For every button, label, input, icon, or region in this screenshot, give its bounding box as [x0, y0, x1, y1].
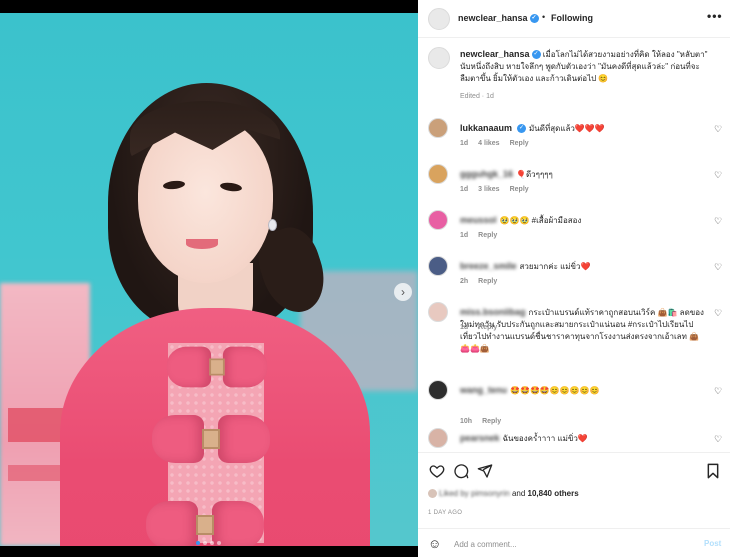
- comment-body: ฉันของครํ้าาาา แม่ขิ่ว❤️: [502, 434, 588, 443]
- save-bookmark-icon[interactable]: [704, 463, 722, 481]
- commenter-avatar[interactable]: [428, 256, 448, 276]
- comment-time: 1d: [460, 186, 469, 193]
- comment-meta: 1d Reply: [460, 232, 507, 239]
- reply-button[interactable]: Reply: [478, 232, 497, 239]
- comment-meta: 1d 3 likes Reply: [460, 186, 539, 193]
- likes-count[interactable]: 10,840 others: [528, 489, 579, 498]
- reply-button[interactable]: Reply: [482, 418, 501, 425]
- verified-badge-icon: ✓: [517, 124, 527, 134]
- post-header: newclear_hansa ✓ • Following •••: [418, 0, 730, 38]
- comment-text: meussol 🥹🥹🥹 #เสื้อผ้ามือสอง: [460, 214, 708, 227]
- comment-body: มันดีที่สุดแล้ว❤️❤️❤️: [529, 124, 605, 133]
- comments-list[interactable]: newclear_hansa ✓ เมื่อโลกไม่ได้สวยงามอย่า…: [418, 38, 730, 450]
- comment-text: wang_tenu 🤩🤩🤩🤩😊😊😊😊😊: [460, 384, 708, 397]
- caption-meta: Edited · 1d: [460, 93, 494, 100]
- commenter-avatar[interactable]: [428, 428, 448, 448]
- comment-body: สวยมากค่ะ แม่ขิ่ว❤️: [519, 262, 591, 271]
- verified-badge-icon: ✓: [529, 14, 539, 24]
- commenter-username[interactable]: ggguhgk_16: [460, 169, 513, 179]
- comment-text: ggguhgk_16 🎈ดีวๆๆๆๆ: [460, 168, 708, 181]
- author-username[interactable]: newclear_hansa ✓: [458, 13, 539, 24]
- comment-text: breeze_smile สวยมากค่ะ แม่ขิ่ว❤️: [460, 260, 708, 273]
- carousel-dot: [210, 541, 214, 545]
- carousel-indicator: [196, 541, 221, 545]
- add-comment-bar: ☺ Post: [418, 528, 730, 557]
- carousel-dot: [217, 541, 221, 545]
- next-slide-button[interactable]: ›: [394, 283, 412, 301]
- comment-like-heart-icon[interactable]: ♡: [714, 308, 722, 319]
- caption-author-avatar[interactable]: [428, 47, 450, 69]
- instagram-post-modal: › newclear_hansa ✓ • Following ••• newcle…: [0, 0, 730, 557]
- likes-summary[interactable]: Liked by pimsonyrin and 10,840 others: [428, 489, 579, 499]
- comment-meta: 1d Reply: [460, 324, 507, 331]
- likes-and: and: [511, 489, 526, 498]
- post-actions: [418, 452, 730, 492]
- reply-button[interactable]: Reply: [510, 140, 529, 147]
- comment-text: lukkanaaum ✓ มันดีที่สุดแล้ว❤️❤️❤️: [460, 122, 708, 135]
- reply-button[interactable]: Reply: [478, 324, 497, 331]
- photo-subject-lips: [186, 239, 218, 249]
- emoji-smiley-icon[interactable]: ☺: [428, 536, 441, 551]
- commenter-username[interactable]: miss.bsoniibag: [460, 307, 526, 317]
- liker-avatar: [428, 489, 437, 499]
- like-heart-icon[interactable]: [428, 463, 446, 481]
- comment-text: pearsnek ฉันของครํ้าาาา แม่ขิ่ว❤️: [460, 432, 708, 445]
- comment-likes[interactable]: 3 likes: [478, 186, 499, 193]
- comment-likes[interactable]: 4 likes: [478, 140, 499, 147]
- carousel-dot: [203, 541, 207, 545]
- commenter-username[interactable]: lukkanaaum: [460, 123, 512, 133]
- reply-button[interactable]: Reply: [478, 278, 497, 285]
- comment-bubble-icon[interactable]: [452, 463, 470, 481]
- comment-time: 1d: [460, 140, 469, 147]
- commenter-avatar[interactable]: [428, 380, 448, 400]
- photo-dress-bow: [166, 346, 268, 388]
- comment-body: 🤩🤩🤩🤩😊😊😊😊😊: [510, 386, 600, 395]
- comment-like-heart-icon[interactable]: ♡: [714, 170, 722, 181]
- following-button[interactable]: Following: [551, 13, 593, 23]
- post-photo: ›: [0, 13, 418, 546]
- comment-meta: 2h Reply: [460, 278, 507, 285]
- commenter-avatar[interactable]: [428, 302, 448, 322]
- author-avatar[interactable]: [428, 8, 450, 30]
- comment-time: 10h: [460, 418, 473, 425]
- photo-dress-bow: [152, 415, 270, 463]
- comment-like-heart-icon[interactable]: ♡: [714, 262, 722, 273]
- comment-like-heart-icon[interactable]: ♡: [714, 124, 722, 135]
- comment-time: 1d: [460, 324, 469, 331]
- commenter-avatar[interactable]: [428, 164, 448, 184]
- verified-badge-icon: ✓: [531, 50, 541, 60]
- commenter-avatar[interactable]: [428, 210, 448, 230]
- add-comment-input[interactable]: [454, 536, 684, 552]
- post-side-panel: newclear_hansa ✓ • Following ••• newclear…: [418, 0, 730, 557]
- commenter-username[interactable]: wang_tenu: [460, 385, 507, 395]
- commenter-username[interactable]: meussol: [460, 215, 497, 225]
- comment-meta: 10h Reply: [460, 418, 511, 425]
- comment-body: 🥹🥹🥹 #เสื้อผ้ามือสอง: [499, 216, 582, 225]
- photo-dress-bow: [146, 501, 264, 546]
- share-paper-plane-icon[interactable]: [476, 463, 494, 481]
- header-separator: •: [542, 12, 546, 22]
- commenter-username[interactable]: breeze_smile: [460, 261, 517, 271]
- comment-like-heart-icon[interactable]: ♡: [714, 434, 722, 445]
- caption-text: newclear_hansa ✓ เมื่อโลกไม่ได้สวยงามอย่า…: [460, 48, 718, 85]
- post-timestamp[interactable]: 1 DAY AGO: [428, 510, 462, 516]
- caption-author-username[interactable]: newclear_hansa: [460, 49, 530, 59]
- more-options-icon[interactable]: •••: [707, 9, 723, 23]
- comment-body: 🎈ดีวๆๆๆๆ: [516, 170, 553, 179]
- comment-time: 1d: [460, 232, 469, 239]
- carousel-dot: [196, 541, 200, 545]
- comment-like-heart-icon[interactable]: ♡: [714, 216, 722, 227]
- commenter-avatar[interactable]: [428, 118, 448, 138]
- comment-meta: 1d 4 likes Reply: [460, 140, 539, 147]
- comment-like-heart-icon[interactable]: ♡: [714, 386, 722, 397]
- comment-time: 2h: [460, 278, 469, 285]
- reply-button[interactable]: Reply: [510, 186, 529, 193]
- post-comment-button[interactable]: Post: [704, 539, 721, 548]
- photo-subject-earring: [268, 219, 277, 231]
- commenter-username[interactable]: pearsnek: [460, 433, 500, 443]
- liked-by-text: Liked by pimsonyrin: [439, 489, 510, 498]
